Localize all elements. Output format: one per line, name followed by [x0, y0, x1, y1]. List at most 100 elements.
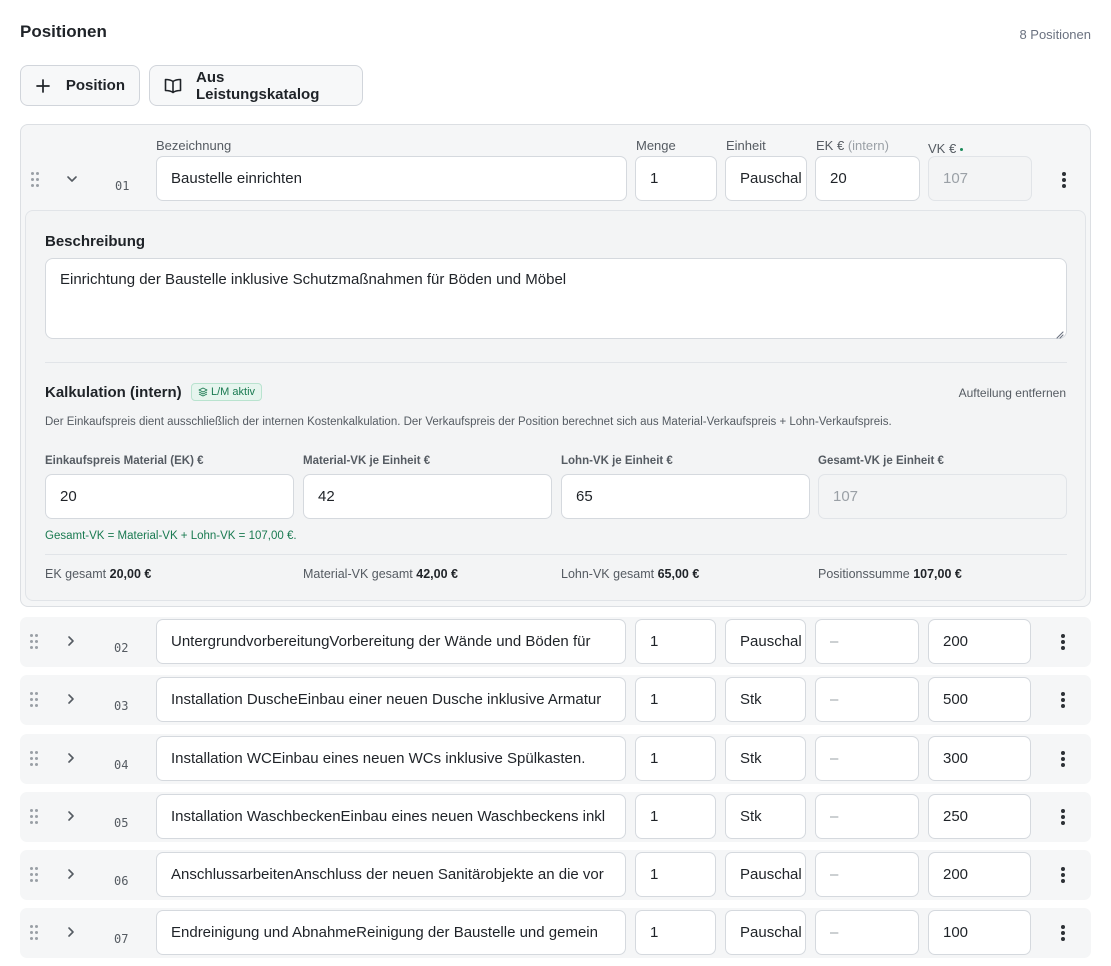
- status-dot: [960, 148, 964, 152]
- vk-input[interactable]: 250: [928, 794, 1031, 839]
- drag-handle-icon[interactable]: [30, 809, 40, 825]
- more-options-icon[interactable]: [1061, 751, 1065, 767]
- position-row: 02 UntergrundvorbereitungVorbereitung de…: [20, 617, 1091, 667]
- einheit-input[interactable]: Pauschal: [725, 619, 806, 664]
- add-position-button[interactable]: Position: [20, 65, 140, 106]
- section-title: Positionen: [20, 22, 107, 41]
- drag-handle-icon[interactable]: [31, 172, 41, 188]
- col-label-vk-text: VK €: [928, 141, 957, 156]
- ek-material-input[interactable]: 20: [45, 474, 294, 519]
- einheit-input[interactable]: Pauschal: [725, 852, 806, 897]
- position-card-expanded: Bezeichnung Menge Einheit EK € (intern) …: [20, 124, 1091, 607]
- col-label-bezeichnung: Bezeichnung: [156, 138, 232, 153]
- bezeichnung-input[interactable]: Installation WaschbeckenEinbau eines neu…: [156, 794, 626, 839]
- menge-input[interactable]: 1: [635, 910, 716, 955]
- ek-input[interactable]: –: [815, 852, 919, 897]
- vk-input: 107: [928, 156, 1032, 201]
- material-vk-total-value: 42,00 €: [416, 567, 458, 581]
- menge-input[interactable]: 1: [635, 736, 716, 781]
- more-options-icon[interactable]: [1061, 634, 1065, 650]
- lm-active-label: L/M aktiv: [211, 386, 256, 398]
- bezeichnung-input[interactable]: Installation WCEinbau eines neuen WCs in…: [156, 736, 626, 781]
- add-position-label: Position: [65, 77, 125, 94]
- remove-split-link[interactable]: Aufteilung entfernen: [959, 386, 1066, 400]
- position-number: 07: [114, 932, 129, 946]
- einheit-input[interactable]: Stk: [725, 794, 806, 839]
- vk-input[interactable]: 200: [928, 619, 1031, 664]
- position-number: 02: [114, 641, 129, 655]
- catalog-label: Aus Leistungskatalog: [196, 68, 320, 103]
- bezeichnung-input[interactable]: AnschlussarbeitenAnschluss der neuen San…: [156, 852, 626, 897]
- catalog-button[interactable]: Aus Leistungskatalog: [149, 65, 363, 106]
- more-options-icon[interactable]: [1061, 925, 1065, 941]
- einheit-input[interactable]: Pauschal: [725, 156, 807, 201]
- more-options-icon[interactable]: [1062, 172, 1066, 188]
- col-label-ek-text: EK €: [816, 138, 845, 153]
- more-options-icon[interactable]: [1061, 692, 1065, 708]
- resize-handle-icon[interactable]: [1054, 326, 1064, 339]
- positions-toolbar: Position Aus Leistungskatalog: [20, 65, 363, 106]
- chevron-down-icon[interactable]: [65, 172, 79, 186]
- ek-input[interactable]: –: [815, 619, 919, 664]
- book-open-icon: [164, 77, 182, 95]
- ek-input[interactable]: –: [815, 794, 919, 839]
- beschreibung-textarea[interactable]: Einrichtung der Baustelle inklusive Schu…: [45, 258, 1067, 339]
- chevron-right-icon[interactable]: [64, 925, 78, 939]
- drag-handle-icon[interactable]: [30, 634, 40, 650]
- formula-text: Gesamt-VK = Material-VK + Lohn-VK = 107,…: [45, 530, 297, 542]
- position-row: 05 Installation WaschbeckenEinbau eines …: [20, 792, 1091, 842]
- lohn-vk-total-value: 65,00 €: [657, 567, 700, 581]
- einheit-input[interactable]: Pauschal: [725, 910, 806, 955]
- position-number: 03: [114, 699, 129, 713]
- ek-input[interactable]: –: [815, 677, 919, 722]
- position-number: 04: [114, 758, 129, 772]
- vk-input[interactable]: 100: [928, 910, 1031, 955]
- material-vk-total-label: Material-VK gesamt: [303, 567, 413, 581]
- ek-input[interactable]: –: [815, 910, 919, 955]
- chevron-right-icon[interactable]: [64, 751, 78, 765]
- col-label-ek-note: (intern): [847, 138, 889, 153]
- bezeichnung-input[interactable]: Endreinigung und AbnahmeReinigung der Ba…: [156, 910, 626, 955]
- position-row: 04 Installation WCEinbau eines neuen WCs…: [20, 734, 1091, 784]
- menge-input[interactable]: 1: [635, 677, 716, 722]
- position-total-label: Positionssumme: [818, 567, 910, 581]
- position-total: Positionssumme 107,00 €: [818, 567, 962, 581]
- bezeichnung-input[interactable]: UntergrundvorbereitungVorbereitung der W…: [156, 619, 626, 664]
- bezeichnung-input[interactable]: Baustelle einrichten: [156, 156, 627, 201]
- position-number: 06: [114, 874, 129, 888]
- chevron-right-icon[interactable]: [64, 692, 78, 706]
- menge-input[interactable]: 1: [635, 156, 717, 201]
- vk-input[interactable]: 300: [928, 736, 1031, 781]
- ek-total: EK gesamt 20,00 €: [45, 567, 151, 581]
- gesamt-vk-label: Gesamt-VK je Einheit €: [818, 455, 944, 467]
- menge-input[interactable]: 1: [635, 852, 716, 897]
- menge-input[interactable]: 1: [635, 619, 716, 664]
- more-options-icon[interactable]: [1061, 809, 1065, 825]
- beschreibung-label: Beschreibung: [45, 233, 146, 250]
- material-vk-input[interactable]: 42: [303, 474, 552, 519]
- ek-input[interactable]: –: [815, 736, 919, 781]
- ek-input[interactable]: 20: [815, 156, 920, 201]
- chevron-right-icon[interactable]: [64, 867, 78, 881]
- ek-total-label: EK gesamt: [45, 567, 107, 581]
- more-options-icon[interactable]: [1061, 867, 1065, 883]
- position-row: 03 Installation DuscheEinbau einer neuen…: [20, 675, 1091, 725]
- lohn-vk-input[interactable]: 65: [561, 474, 810, 519]
- einheit-input[interactable]: Stk: [725, 677, 806, 722]
- einheit-input[interactable]: Stk: [725, 736, 806, 781]
- drag-handle-icon[interactable]: [30, 867, 40, 883]
- drag-handle-icon[interactable]: [30, 751, 40, 767]
- chevron-right-icon[interactable]: [64, 809, 78, 823]
- vk-input[interactable]: 200: [928, 852, 1031, 897]
- material-vk-total: Material-VK gesamt 42,00 €: [303, 567, 458, 581]
- drag-handle-icon[interactable]: [30, 692, 40, 708]
- divider: [45, 362, 1067, 363]
- chevron-right-icon[interactable]: [64, 634, 78, 648]
- drag-handle-icon[interactable]: [30, 925, 40, 941]
- vk-input[interactable]: 500: [928, 677, 1031, 722]
- bezeichnung-input[interactable]: Installation DuscheEinbau einer neuen Du…: [156, 677, 626, 722]
- menge-input[interactable]: 1: [635, 794, 716, 839]
- lohn-vk-total: Lohn-VK gesamt 65,00 €: [561, 567, 699, 581]
- col-label-menge: Menge: [636, 138, 676, 153]
- beschreibung-text: Einrichtung der Baustelle inklusive Schu…: [60, 271, 567, 288]
